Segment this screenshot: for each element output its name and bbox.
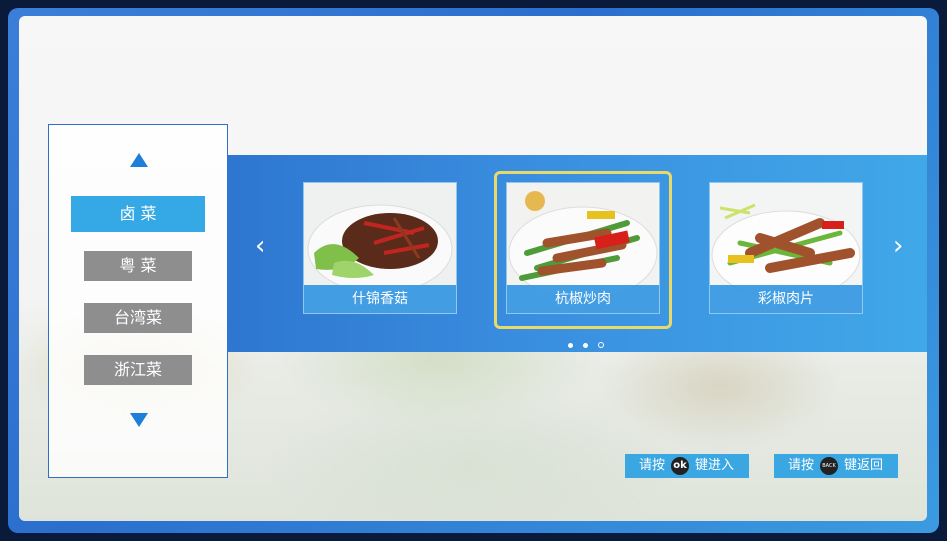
- device-frame: 卤 菜 粤 菜 台湾菜 浙江菜 ‹ 什锦香菇 杭椒炒肉 彩椒肉片 › 请按 ok…: [0, 0, 947, 541]
- page-dot-active: [583, 343, 589, 348]
- back-hint: 请按 BACK 键返回: [774, 454, 898, 478]
- chevron-left-icon[interactable]: ‹: [255, 231, 265, 261]
- app-screen: 卤 菜 粤 菜 台湾菜 浙江菜 ‹ 什锦香菇 杭椒炒肉 彩椒肉片 › 请按 ok…: [19, 16, 927, 521]
- page-dot: [598, 342, 605, 348]
- enter-hint-prefix: 请按: [639, 458, 666, 473]
- chevron-right-icon[interactable]: ›: [893, 231, 903, 261]
- dish-card[interactable]: 什锦香菇: [303, 182, 457, 314]
- page-dot: [568, 343, 573, 348]
- back-key-icon: BACK: [820, 456, 839, 475]
- enter-hint: 请按 ok 键进入: [625, 454, 749, 478]
- enter-hint-suffix: 键进入: [695, 458, 735, 473]
- dish-carousel: ‹ 什锦香菇 杭椒炒肉 彩椒肉片 ›: [227, 155, 927, 352]
- dish-name: 彩椒肉片: [710, 285, 862, 313]
- category-sidebar: 卤 菜 粤 菜 台湾菜 浙江菜: [48, 124, 228, 478]
- dish-name: 什锦香菇: [304, 285, 456, 313]
- category-item-taiwancai[interactable]: 台湾菜: [84, 303, 192, 333]
- ok-key-icon: ok: [671, 456, 690, 475]
- back-hint-prefix: 请按: [788, 458, 815, 473]
- pagination-dots: [568, 333, 609, 352]
- dish-card[interactable]: 彩椒肉片: [709, 182, 863, 314]
- category-item-yuecai[interactable]: 粤 菜: [84, 251, 192, 281]
- triangle-down-icon[interactable]: [130, 413, 148, 427]
- focus-highlight: [494, 171, 672, 329]
- category-item-zhejiangcai[interactable]: 浙江菜: [84, 355, 192, 385]
- category-item-luicai[interactable]: 卤 菜: [71, 196, 205, 232]
- triangle-up-icon[interactable]: [130, 153, 148, 167]
- back-hint-suffix: 键返回: [844, 458, 884, 473]
